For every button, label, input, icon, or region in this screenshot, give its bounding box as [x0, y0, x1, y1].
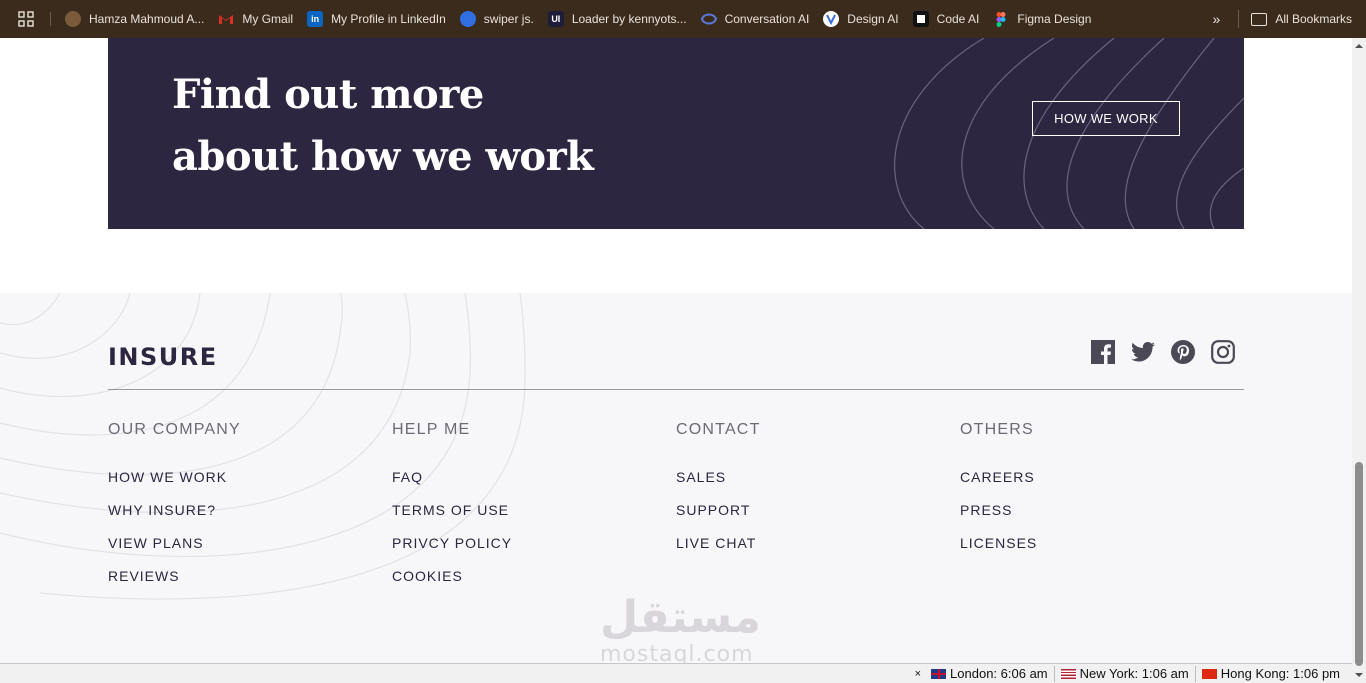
watermark-arabic: مستقل — [600, 592, 761, 643]
us-flag-icon — [1060, 668, 1076, 679]
clock-label: New York: 1:06 am — [1079, 666, 1189, 681]
gmail-icon — [218, 11, 234, 27]
footer-link-view-plans[interactable]: VIEW PLANS — [108, 535, 241, 551]
twitter-icon[interactable] — [1130, 339, 1156, 365]
bookmark-label: My Profile in LinkedIn — [331, 12, 446, 26]
bookmark-design-ai[interactable]: Design AI — [817, 6, 906, 32]
clock-hong-kong: Hong Kong: 1:06 pm — [1194, 665, 1346, 682]
footer-divider — [108, 389, 1244, 390]
footer-link-careers[interactable]: CAREERS — [960, 469, 1037, 485]
page-scrollbar[interactable] — [1352, 38, 1366, 683]
cta-title: Find out more about how we work — [172, 64, 594, 188]
bookmark-label: Conversation AI — [724, 12, 810, 26]
apps-grid-icon[interactable] — [14, 7, 38, 31]
footer-link-why-insure[interactable]: WHY INSURE? — [108, 502, 241, 518]
footer-link-support[interactable]: SUPPORT — [676, 502, 761, 518]
scrollbar-thumb[interactable] — [1355, 462, 1363, 666]
footer-link-privacy[interactable]: PRIVCY POLICY — [392, 535, 512, 551]
design-ai-icon — [823, 11, 840, 27]
bookmark-code-ai[interactable]: Code AI — [907, 6, 988, 32]
swiper-icon — [459, 11, 476, 27]
footer-link-reviews[interactable]: REVIEWS — [108, 568, 241, 584]
footer-link-sales[interactable]: SALES — [676, 469, 761, 485]
clock-london: London: 6:06 am — [925, 666, 1054, 682]
clock-new-york: New York: 1:06 am — [1053, 665, 1195, 682]
footer-column-heading: OUR COMPANY — [108, 421, 241, 438]
footer-column-help: HELP ME FAQ TERMS OF USE PRIVCY POLICY C… — [392, 421, 512, 601]
figma-icon — [993, 11, 1009, 27]
footer-column-heading: OTHERS — [960, 421, 1034, 438]
folder-icon — [1251, 12, 1268, 26]
instagram-icon[interactable] — [1210, 339, 1236, 365]
bookmark-linkedin[interactable]: in My Profile in LinkedIn — [301, 6, 454, 32]
cta-title-line: Find out more — [172, 71, 484, 118]
cta-banner: Find out more about how we work HOW WE W… — [108, 38, 1244, 229]
bookmark-label: swiper js. — [483, 12, 534, 26]
bookmark-swiper[interactable]: swiper js. — [454, 6, 542, 32]
conversation-ai-icon — [700, 11, 717, 27]
bookmark-gmail[interactable]: My Gmail — [212, 6, 301, 32]
footer-column-company: OUR COMPANY HOW WE WORK WHY INSURE? VIEW… — [108, 421, 241, 601]
mostaql-watermark: مستقل mostaql.com — [600, 592, 761, 664]
bookmark-figma[interactable]: Figma Design — [987, 6, 1099, 32]
all-bookmarks-label: All Bookmarks — [1275, 12, 1352, 26]
page-viewport: Find out more about how we work HOW WE W… — [0, 38, 1352, 663]
footer-link-licenses[interactable]: LICENSES — [960, 535, 1037, 551]
footer-column-others: OTHERS CAREERS PRESS LICENSES — [960, 421, 1037, 568]
avatar-icon — [65, 11, 81, 27]
bookmark-label: My Gmail — [242, 12, 294, 26]
bookmark-label: Figma Design — [1017, 12, 1092, 26]
footer-link-cookies[interactable]: COOKIES — [392, 568, 512, 584]
bookmark-label: Code AI — [936, 12, 980, 26]
scroll-down-icon[interactable] — [1355, 671, 1363, 679]
footer-link-press[interactable]: PRESS — [960, 502, 1037, 518]
footer-column-heading: CONTACT — [676, 421, 761, 438]
bookmarks-separator — [50, 12, 51, 26]
linkedin-icon: in — [307, 11, 324, 27]
bookmark-conversation-ai[interactable]: Conversation AI — [695, 6, 818, 32]
bookmark-label: Loader by kennyots... — [571, 12, 687, 26]
bookmark-label: Design AI — [847, 12, 899, 26]
how-we-work-button[interactable]: HOW WE WORK — [1032, 101, 1180, 136]
world-clock-bar: × London: 6:06 am New York: 1:06 am Hong… — [0, 663, 1352, 683]
footer-column-heading: HELP ME — [392, 421, 471, 438]
footer-link-terms[interactable]: TERMS OF USE — [392, 502, 512, 518]
close-icon[interactable]: × — [915, 668, 921, 680]
all-bookmarks-button[interactable]: All Bookmarks — [1247, 6, 1366, 32]
footer-link-how-we-work[interactable]: HOW WE WORK — [108, 469, 241, 485]
uk-flag-icon — [931, 668, 947, 679]
uiverse-icon: UI — [547, 11, 564, 27]
pinterest-icon[interactable] — [1170, 339, 1196, 365]
bookmark-hamza[interactable]: Hamza Mahmoud A... — [59, 6, 212, 32]
bookmark-label: Hamza Mahmoud A... — [89, 12, 205, 26]
insure-logo[interactable]: INSURE — [108, 343, 218, 371]
bookmarks-bar: Hamza Mahmoud A... My Gmail in My Profil… — [0, 0, 1366, 38]
clock-label: Hong Kong: 1:06 pm — [1220, 666, 1340, 681]
code-ai-icon — [912, 11, 929, 27]
hk-flag-icon — [1201, 668, 1217, 679]
social-links — [1090, 339, 1236, 365]
footer-link-faq[interactable]: FAQ — [392, 469, 512, 485]
cta-title-line: about how we work — [172, 133, 594, 180]
facebook-icon[interactable] — [1090, 339, 1116, 365]
more-bookmarks-button[interactable]: » — [1203, 6, 1231, 32]
bookmark-loader[interactable]: UI Loader by kennyots... — [542, 6, 695, 32]
clock-label: London: 6:06 am — [950, 666, 1048, 681]
footer-link-live-chat[interactable]: LIVE CHAT — [676, 535, 761, 551]
bookmarks-separator — [1238, 10, 1240, 28]
scroll-up-icon[interactable] — [1355, 42, 1363, 50]
footer-column-contact: CONTACT SALES SUPPORT LIVE CHAT — [676, 421, 761, 568]
watermark-latin: mostaql.com — [600, 642, 754, 664]
site-footer: INSURE OUR COMPANY HOW WE WORK WHY INSUR… — [0, 293, 1352, 663]
